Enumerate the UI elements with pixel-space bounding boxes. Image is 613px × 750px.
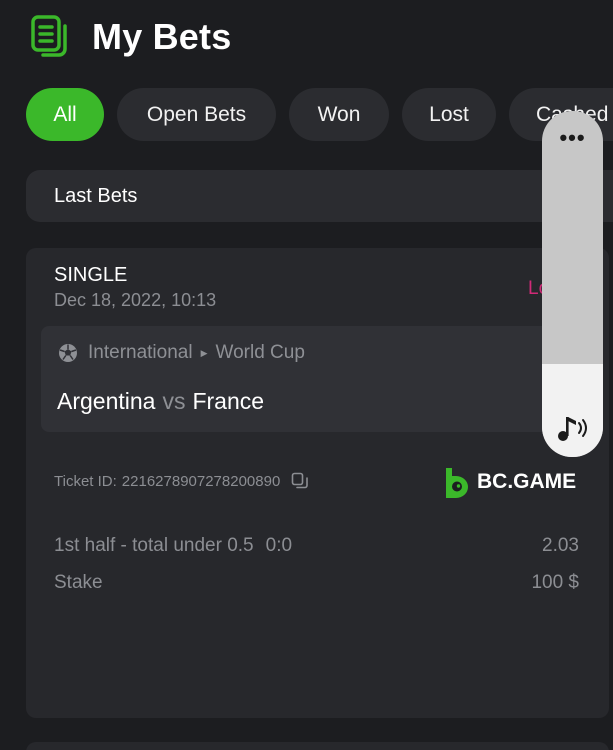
market-pick: 0:0	[265, 535, 293, 556]
match-info[interactable]: International ▶ World Cup Argentina vs F…	[41, 326, 601, 432]
selection-row: 1st half - total under 0.5 0:0 2.03	[54, 535, 579, 557]
ticket-info: Ticket ID: 2216278907278200890	[54, 472, 309, 490]
league-category: International	[88, 342, 193, 363]
volume-overlay[interactable]: •••	[542, 111, 603, 457]
brand-name: BC.GAME	[477, 470, 577, 493]
chevron-right-icon: ▶	[200, 347, 208, 358]
music-note-icon[interactable]	[555, 411, 591, 445]
ticket-label: Ticket ID:	[54, 472, 117, 490]
ticket-id: 2216278907278200890	[121, 472, 281, 490]
bet-card[interactable]: SINGLE Dec 18, 2022, 10:13 Lost Internat…	[26, 248, 609, 718]
stake-row: Stake 100 $	[54, 572, 579, 594]
soccer-ball-icon	[59, 344, 77, 362]
tab-open-bets[interactable]: Open Bets	[117, 88, 276, 141]
home-team: Argentina	[57, 388, 156, 414]
page-header: My Bets	[30, 12, 231, 62]
last-bets-header[interactable]: Last Bets	[26, 170, 613, 222]
bet-type: SINGLE	[54, 264, 128, 286]
league-breadcrumb: International ▶ World Cup	[58, 342, 305, 364]
bc-game-logo-icon	[446, 468, 468, 498]
away-team: France	[192, 388, 265, 414]
tab-all[interactable]: All	[26, 88, 104, 141]
match-teams: Argentina vs France	[57, 388, 264, 415]
bets-list-icon	[31, 15, 67, 57]
vs-label: vs	[162, 388, 186, 414]
tab-lost[interactable]: Lost	[402, 88, 496, 141]
bet-date: Dec 18, 2022, 10:13	[54, 290, 217, 310]
stake-value: 100 $	[531, 572, 579, 593]
market-name: 1st half - total under 0.5	[54, 535, 254, 556]
page-title: My Bets	[92, 16, 232, 57]
odds-value: 2.03	[542, 535, 579, 556]
section-label: Last Bets	[54, 184, 138, 207]
copy-icon[interactable]	[291, 472, 309, 490]
stake-label: Stake	[54, 572, 103, 593]
bet-filter-tabs: All Open Bets Won Lost Cashed	[26, 88, 613, 142]
next-bet-card[interactable]	[26, 742, 609, 750]
more-icon[interactable]: •••	[542, 127, 603, 149]
tab-won[interactable]: Won	[289, 88, 389, 141]
brand-logo: BC.GAME	[444, 466, 576, 498]
league-competition: World Cup	[215, 342, 305, 363]
